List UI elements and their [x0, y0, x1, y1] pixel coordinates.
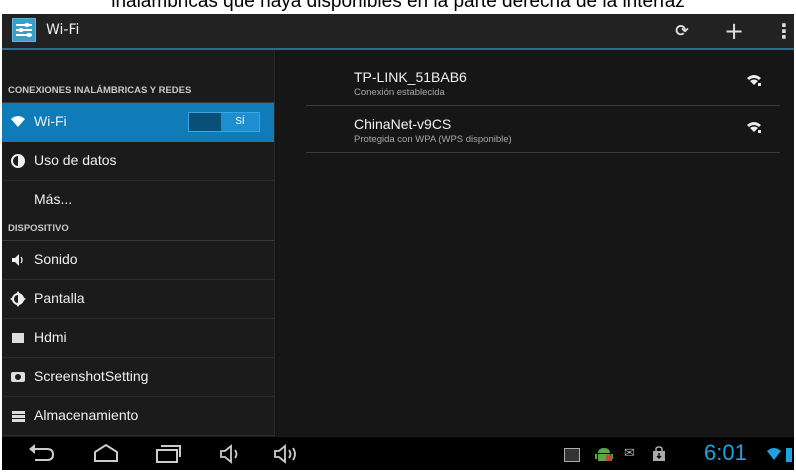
volume-up-icon[interactable]	[266, 441, 306, 467]
sidebar-item-label: ScreenshotSetting	[34, 368, 149, 384]
network-ssid: ChinaNet-v9CS	[354, 116, 452, 132]
volume-down-icon[interactable]	[210, 441, 250, 467]
back-icon[interactable]	[22, 441, 62, 467]
wps-icon[interactable]: ⟳	[670, 17, 694, 45]
storage-icon	[10, 408, 26, 424]
caption-strip: inalámbricas que haya disponibles en la …	[0, 0, 796, 14]
tablet-screen: Wi-Fi ⟳ + ⋮ CONEXIONES INALÁMBRICAS Y RE…	[2, 14, 794, 470]
page-title: Wi-Fi	[46, 22, 80, 38]
system-navigation-bar: ✉ 6:01	[2, 436, 794, 470]
network-status: Conexión establecida	[354, 87, 445, 98]
battery-icon	[786, 448, 792, 462]
sidebar-item-label: Uso de datos	[34, 152, 117, 168]
sidebar-item-screenshot[interactable]: ScreenshotSetting	[2, 358, 274, 397]
wifi-signal-icon	[747, 122, 761, 133]
wifi-icon	[10, 114, 26, 130]
settings-app-icon[interactable]	[12, 18, 36, 42]
display-icon	[10, 291, 26, 307]
section-header-device: DISPOSITIVO	[2, 218, 274, 241]
action-bar: Wi-Fi ⟳ + ⋮	[2, 14, 794, 50]
sidebar-item-label: Pantalla	[34, 290, 85, 306]
sidebar-item-label: Almacenamiento	[34, 407, 139, 423]
add-network-button[interactable]: +	[722, 17, 746, 45]
wifi-status-icon	[767, 448, 781, 460]
hdmi-icon	[10, 330, 26, 346]
recent-apps-icon[interactable]	[148, 441, 188, 467]
sidebar-item-label: Wi-Fi	[34, 113, 67, 129]
network-item[interactable]: TP-LINK_51BAB6 Conexión establecida	[306, 59, 780, 106]
sidebar-item-hdmi[interactable]: Hdmi	[2, 319, 274, 358]
sidebar-item-storage[interactable]: Almacenamiento	[2, 397, 274, 436]
sound-icon	[10, 252, 26, 268]
android-notification-icon	[594, 446, 614, 462]
data-usage-icon	[10, 153, 26, 169]
status-clock: 6:01	[704, 440, 747, 465]
caption-text: inalámbricas que haya disponibles en la …	[111, 0, 685, 12]
settings-sidebar: CONEXIONES INALÁMBRICAS Y REDES Wi-Fi SÍ…	[2, 50, 275, 436]
camera-icon	[10, 369, 26, 385]
sidebar-item-data-usage[interactable]: Uso de datos	[2, 142, 274, 181]
wifi-toggle[interactable]: SÍ	[188, 112, 260, 132]
sidebar-item-label: Más...	[34, 191, 73, 207]
sidebar-item-label: Sonido	[34, 251, 78, 267]
sidebar-item-wifi[interactable]: Wi-Fi SÍ	[2, 103, 274, 142]
section-header-wireless: CONEXIONES INALÁMBRICAS Y REDES	[2, 80, 274, 103]
download-notification-icon	[652, 446, 668, 462]
network-status: Protegida con WPA (WPS disponible)	[354, 134, 512, 145]
network-item[interactable]: ChinaNet-v9CS Protegida con WPA (WPS dis…	[306, 106, 780, 153]
overflow-menu-icon[interactable]: ⋮	[774, 17, 794, 45]
sidebar-item-display[interactable]: Pantalla	[2, 280, 274, 319]
mail-notification-icon: ✉	[624, 446, 635, 461]
network-ssid: TP-LINK_51BAB6	[354, 69, 467, 85]
sidebar-item-more[interactable]: Más...	[2, 181, 274, 219]
home-icon[interactable]	[86, 441, 126, 467]
gallery-notification-icon	[564, 448, 580, 462]
wifi-signal-icon	[747, 75, 761, 86]
wifi-network-list: TP-LINK_51BAB6 Conexión establecida Chin…	[276, 50, 794, 436]
sidebar-item-label: Hdmi	[34, 329, 67, 345]
sidebar-item-sound[interactable]: Sonido	[2, 241, 274, 280]
wifi-toggle-state: SÍ	[221, 113, 259, 131]
